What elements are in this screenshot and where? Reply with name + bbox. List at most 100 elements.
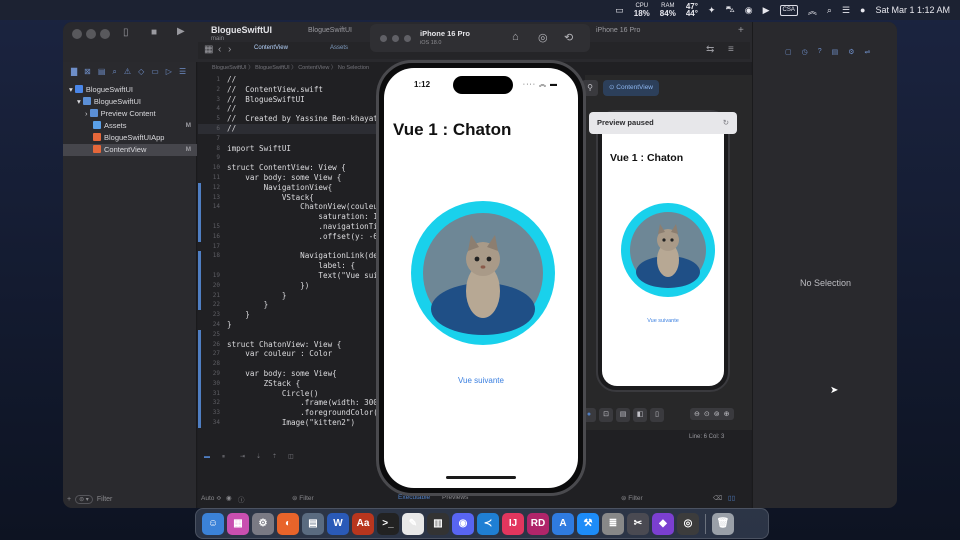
identity-icon[interactable]: ▤	[832, 48, 839, 56]
change-indicator[interactable]	[198, 251, 201, 311]
preview-next-link[interactable]: Vue suivante	[602, 318, 724, 324]
dock-system-settings-icon[interactable]: ⚙	[252, 512, 274, 535]
play-icon[interactable]: ▶	[763, 5, 770, 16]
dock-xcode-icon[interactable]: ⚒	[577, 512, 599, 535]
refresh-icon[interactable]: ↻	[723, 112, 729, 134]
dock-intellij-icon[interactable]: IJ	[502, 512, 524, 535]
debug-area-toggle-icon[interactable]: ▬	[204, 452, 210, 462]
minimize-window-button[interactable]	[86, 29, 96, 39]
temperature-stat[interactable]: 47° 44°	[686, 3, 698, 18]
folder-icon[interactable]: ▇	[71, 67, 77, 77]
dock-obs-icon[interactable]: ◎	[677, 512, 699, 535]
sidebar-toggle-icon[interactable]: ▯	[123, 27, 129, 38]
dock-word-icon[interactable]: W	[327, 512, 349, 535]
help-icon[interactable]: ?	[818, 48, 822, 56]
forward-icon[interactable]: ›	[228, 44, 231, 55]
auto-scope-select[interactable]: Auto ≎	[201, 494, 222, 502]
zoom-actual-icon[interactable]: ⊚	[714, 410, 720, 418]
nav-item-group[interactable]: ▾ BlogueSwiftUI	[63, 96, 197, 108]
console-filter-input[interactable]: ⊜ Filter	[621, 494, 643, 502]
dock-photo-editor-icon[interactable]: ◆	[652, 512, 674, 535]
variants-icon[interactable]: ▤	[616, 408, 630, 422]
home-icon[interactable]: ⌂	[512, 31, 519, 43]
step-over-icon[interactable]: ⇥	[240, 452, 245, 462]
cpu-stat[interactable]: CPU 18%	[634, 3, 650, 18]
dock-trash-icon[interactable]: 🗑	[712, 512, 734, 535]
eye-icon[interactable]: ◉	[226, 494, 232, 502]
split-view-icon[interactable]: ▯▯	[728, 494, 735, 502]
zoom-window-button[interactable]	[100, 29, 110, 39]
test-icon[interactable]: ◇	[138, 67, 144, 77]
simulator-zoom-button[interactable]	[404, 35, 411, 42]
breakpoint-icon[interactable]: ▷	[166, 67, 172, 77]
siri-icon[interactable]: ●	[860, 5, 865, 15]
filter-options[interactable]: ⊜ ▾	[75, 495, 93, 504]
dock-dictionary-icon[interactable]: Aa	[352, 512, 374, 535]
change-indicator[interactable]	[198, 182, 201, 242]
simulator-minimize-button[interactable]	[392, 35, 399, 42]
size-icon[interactable]: ⇌	[865, 48, 871, 56]
debug-icon[interactable]: ▭	[151, 67, 159, 77]
rotate-icon[interactable]: ⟲	[564, 31, 573, 44]
variables-filter-input[interactable]: ⊜ Filter	[292, 494, 314, 502]
back-icon[interactable]: ‹	[218, 44, 221, 55]
navigator-filter-input[interactable]: Filter	[97, 496, 113, 503]
keyboard-input-badge[interactable]: CSA	[779, 4, 798, 16]
file-inspector-icon[interactable]: ▢	[785, 48, 792, 56]
preview-selector-chip[interactable]: ⊙ ContentView	[603, 80, 660, 96]
zoom-fit-icon[interactable]: ⊙	[704, 410, 710, 418]
dock-textedit-icon[interactable]: ✎	[402, 512, 424, 535]
change-indicator[interactable]	[198, 329, 201, 428]
dock-finder-icon[interactable]: ☺	[202, 512, 224, 535]
report-icon[interactable]: ☰	[179, 67, 186, 77]
info-icon[interactable]: ⓘ	[238, 494, 245, 504]
zoom-out-icon[interactable]: ⊖	[694, 410, 700, 418]
device-settings-icon[interactable]: ◧	[633, 408, 647, 422]
dock-terminal-icon[interactable]: >_	[377, 512, 399, 535]
nav-item-app[interactable]: BlogueSwiftUIApp	[63, 132, 197, 144]
step-out-icon[interactable]: ⇡	[272, 452, 277, 462]
close-window-button[interactable]	[72, 29, 82, 39]
monitor-icon[interactable]: ▭	[615, 5, 624, 16]
control-center-icon[interactable]: ☰	[842, 5, 850, 16]
nav-item-contentview[interactable]: ContentView M	[63, 144, 197, 156]
nav-item-assets[interactable]: Assets M	[63, 120, 197, 132]
attributes-icon[interactable]: ⚙	[848, 48, 854, 56]
source-control-icon[interactable]: ⊠	[84, 67, 91, 77]
dock-database-icon[interactable]: ≣	[602, 512, 624, 535]
next-view-link[interactable]: Vue suivante	[384, 376, 578, 385]
zoom-in-icon[interactable]: ⊕	[724, 410, 730, 418]
dock-preview-icon[interactable]: ▤	[302, 512, 324, 535]
dock-vs-code-icon[interactable]: ≺	[477, 512, 499, 535]
wifi-icon[interactable]: ︽	[808, 4, 817, 17]
symbol-icon[interactable]: ▤	[98, 67, 106, 77]
stop-icon[interactable]: ■	[151, 27, 157, 38]
nav-item-project[interactable]: ▾ BlogueSwiftUI	[63, 84, 197, 96]
grid-icon[interactable]: ▦	[204, 44, 213, 55]
screenshot-icon[interactable]: ◎	[538, 31, 548, 44]
tab-assets[interactable]: Assets	[330, 45, 348, 51]
dock-xcode-instruments-icon[interactable]: A	[552, 512, 574, 535]
split-editor-icon[interactable]: ⇆	[706, 44, 714, 55]
simulator-close-button[interactable]	[380, 35, 387, 42]
car-icon[interactable]: ⛍	[725, 4, 734, 16]
dock-launchpad-icon[interactable]: ▦	[227, 512, 249, 535]
warning-icon[interactable]: ⚠	[124, 67, 131, 77]
fan-icon[interactable]: ✦	[708, 5, 716, 16]
history-icon[interactable]: ◷	[802, 48, 808, 56]
trash-icon[interactable]: ⌫	[713, 494, 722, 502]
run-destination-tab[interactable]: BlogueSwiftUI	[308, 27, 352, 34]
pause-icon[interactable]: ⏸	[222, 452, 225, 462]
add-file-icon[interactable]: +	[67, 496, 71, 503]
add-tab-icon[interactable]: +	[738, 25, 744, 36]
dock-screenshot-icon[interactable]: ✂	[627, 512, 649, 535]
dnd-icon[interactable]: ◉	[745, 5, 753, 16]
dock-activity-monitor-icon[interactable]: ▥	[427, 512, 449, 535]
nav-item-preview-content[interactable]: › Preview Content	[63, 108, 197, 120]
search-icon[interactable]: ⌕	[827, 5, 832, 16]
dock-rider-icon[interactable]: RD	[527, 512, 549, 535]
run-icon[interactable]: ▶	[177, 26, 185, 37]
dock-discord-icon[interactable]: ◉	[452, 512, 474, 535]
tab-contentview[interactable]: ContentView	[254, 45, 288, 51]
find-icon[interactable]: ⌕	[112, 67, 116, 77]
